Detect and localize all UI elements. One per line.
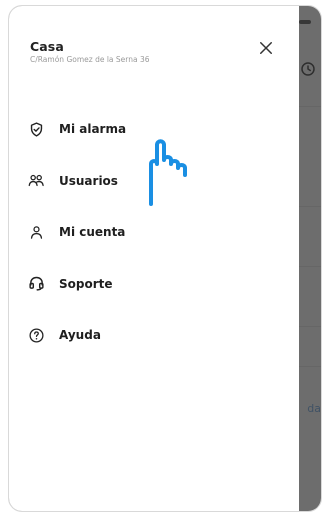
tap-gesture-icon [149, 139, 187, 206]
home-name: Casa [30, 39, 64, 54]
help-icon [27, 326, 45, 344]
shield-check-icon [27, 120, 45, 138]
menu-item-label: Usuarios [59, 173, 118, 188]
drawer-header: Casa C/Ramón Gomez de la Serna 36 [30, 39, 150, 64]
menu-item-soporte[interactable]: Soporte [27, 271, 267, 297]
menu-item-label: Mi cuenta [59, 225, 126, 239]
home-address: C/Ramón Gomez de la Serna 36 [30, 55, 150, 64]
menu-item-label: Ayuda [59, 328, 101, 342]
menu-item-label: Soporte [59, 276, 113, 291]
user-icon [27, 223, 45, 241]
navigation-drawer: Casa C/Ramón Gomez de la Serna 36 Mi ala… [9, 6, 299, 511]
close-icon[interactable] [257, 39, 275, 57]
headset-icon [27, 275, 45, 293]
menu-item-ayuda[interactable]: Ayuda [27, 322, 267, 348]
menu-item-mi-cuenta[interactable]: Mi cuenta [27, 219, 267, 245]
phone-frame: da Casa C/Ramón Gomez de la Serna 36 Mi … [8, 5, 322, 512]
users-icon [27, 172, 45, 190]
menu-item-label: Mi alarma [59, 122, 127, 136]
